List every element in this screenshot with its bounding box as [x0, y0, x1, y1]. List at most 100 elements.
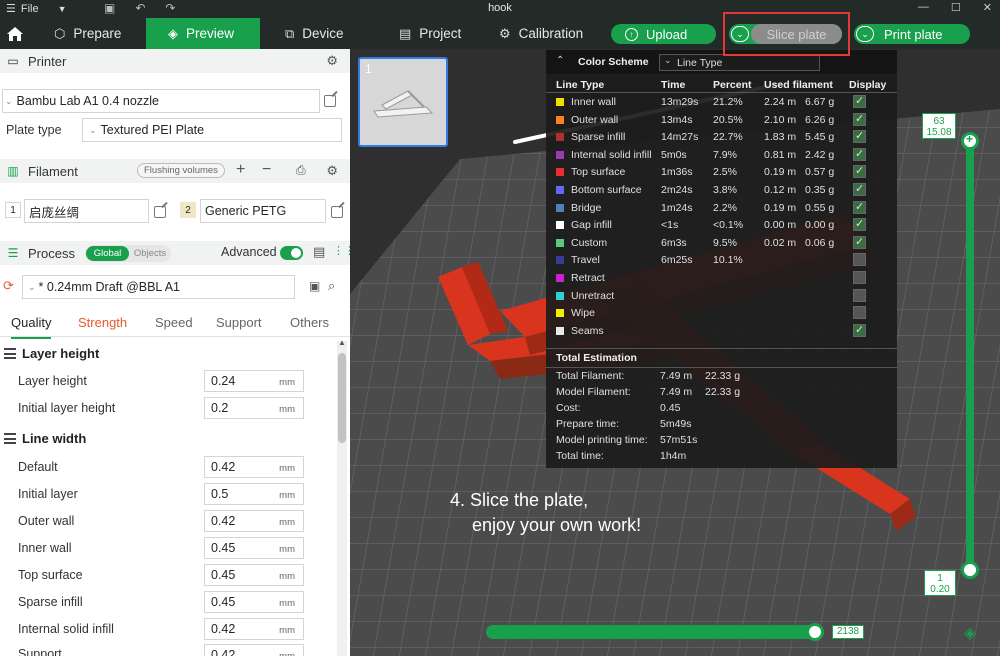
display-checkbox[interactable]: [853, 271, 866, 284]
outer-wall-width-label: Outer wall: [18, 514, 75, 528]
tab-quality[interactable]: Quality: [11, 315, 52, 339]
initial-layer-height-input[interactable]: 0.2 mm: [204, 397, 304, 419]
plate-number: 1: [365, 62, 372, 76]
display-checkbox[interactable]: [853, 112, 866, 126]
edit-icon[interactable]: [154, 206, 166, 218]
more-icon[interactable]: ⋮⋮: [333, 244, 350, 257]
advanced-toggle[interactable]: [280, 246, 303, 260]
printer-settings-icon[interactable]: ⚙: [326, 53, 338, 69]
sparse-infill-width-input[interactable]: 0.45 mm: [204, 591, 304, 613]
top-layer-height: 15.08: [926, 127, 952, 138]
print-plate-button[interactable]: ⌄ Print plate: [854, 24, 970, 44]
display-checkbox[interactable]: [853, 129, 866, 144]
tab-preview[interactable]: ◈ Preview: [146, 18, 260, 49]
scroll-up-icon[interactable]: ▲: [338, 338, 346, 347]
inner-wall-width-label: Inner wall: [18, 541, 72, 555]
display-checkbox[interactable]: [853, 323, 866, 337]
close-icon[interactable]: ✕: [983, 1, 992, 14]
col-line-type: Line Type: [556, 79, 605, 91]
display-checkbox[interactable]: [853, 200, 866, 214]
move-slider[interactable]: [486, 625, 820, 639]
tab-speed[interactable]: Speed: [155, 315, 193, 330]
layer-height-input[interactable]: 0.24 mm: [204, 370, 304, 392]
top-nav: ⬡ Prepare ◈ Preview ⧉ Device ▤ Project ⚙…: [0, 18, 1000, 49]
display-checkbox[interactable]: [853, 253, 866, 267]
display-checkbox[interactable]: [853, 306, 866, 320]
layer-slider[interactable]: [966, 138, 974, 570]
filament-icon: ▥: [7, 164, 19, 178]
initial-layer-width-input[interactable]: 0.5 mm: [204, 483, 304, 505]
search-icon[interactable]: ⌕: [328, 278, 335, 294]
line-type-name: Outer wall: [571, 113, 619, 126]
line-type-swatch: [556, 274, 564, 282]
tab-support[interactable]: Support: [216, 315, 262, 330]
save-preset-icon[interactable]: ▣: [309, 279, 320, 293]
default-width-input[interactable]: 0.42 mm: [204, 456, 304, 478]
unit: mm: [279, 377, 295, 388]
tab-strength[interactable]: Strength: [78, 315, 127, 330]
edit-icon[interactable]: [324, 95, 336, 107]
move-slider-handle[interactable]: [806, 623, 824, 641]
divider: [546, 367, 897, 368]
tab-project[interactable]: ▤ Project: [399, 18, 461, 49]
remove-icon[interactable]: −: [262, 161, 271, 179]
line-type-swatch: [556, 133, 564, 142]
display-checkbox[interactable]: [853, 94, 866, 108]
objects-option[interactable]: Objects: [131, 246, 169, 261]
compare-icon[interactable]: ▤: [313, 244, 325, 260]
collapse-icon[interactable]: ⌃: [556, 55, 564, 66]
sync-icon[interactable]: ⎙: [296, 163, 306, 178]
total-value: 5m49s: [660, 418, 692, 430]
display-checkbox[interactable]: [853, 147, 866, 161]
outer-wall-width-input[interactable]: 0.42 mm: [204, 510, 304, 532]
line-type-swatch: [556, 238, 564, 247]
inner-wall-width-input[interactable]: 0.45 mm: [204, 537, 304, 559]
global-option[interactable]: Global: [86, 246, 129, 261]
home-button[interactable]: [0, 18, 30, 49]
edit-icon[interactable]: [331, 206, 343, 218]
flushing-volumes-button[interactable]: Flushing volumes: [137, 163, 225, 178]
plate-type-label: Plate type: [6, 123, 62, 137]
plate-thumbnail[interactable]: 1: [358, 57, 448, 147]
print-dropdown-caret[interactable]: ⌄: [856, 26, 874, 42]
reset-icon[interactable]: ⟳: [3, 278, 14, 294]
printer-select[interactable]: ⌄ Bambu Lab A1 0.4 nozzle: [2, 89, 320, 113]
upload-icon: ↑: [625, 27, 638, 41]
global-objects-toggle[interactable]: Global Objects: [85, 245, 171, 262]
display-checkbox[interactable]: [853, 288, 866, 302]
plate-type-select[interactable]: ⌄ Textured PEI Plate: [82, 118, 342, 142]
minimize-icon[interactable]: —: [918, 1, 929, 14]
value: 0.42: [211, 514, 236, 528]
internal-solid-infill-width-input[interactable]: 0.42 mm: [204, 618, 304, 640]
tab-device[interactable]: ⧉ Device: [285, 18, 344, 49]
value: 0.2: [211, 401, 229, 415]
scrollbar-thumb[interactable]: [338, 353, 346, 443]
total-value-2: 22.33 g: [705, 370, 741, 382]
line-type-length: 0.12 m: [764, 184, 797, 196]
maximize-icon[interactable]: ☐: [951, 1, 961, 14]
layers-icon[interactable]: ◈: [964, 623, 976, 643]
tip-line-1: 4. Slice the plate,: [450, 490, 589, 510]
process-preset-select[interactable]: ⌄ * 0.24mm Draft @BBL A1: [22, 275, 295, 299]
display-checkbox[interactable]: [853, 164, 866, 179]
display-checkbox[interactable]: [853, 235, 866, 249]
tab-calibration[interactable]: ⚙ Calibration: [499, 18, 583, 49]
add-icon[interactable]: +: [236, 161, 245, 179]
tab-prepare[interactable]: ⬡ Prepare: [54, 18, 121, 49]
display-checkbox[interactable]: [853, 217, 866, 232]
line-type-time: <1s: [661, 219, 679, 232]
display-checkbox[interactable]: [853, 182, 866, 196]
color-scheme-select[interactable]: ⌄ Line Type: [659, 54, 820, 71]
filament-select-2[interactable]: Generic PETG: [200, 199, 326, 223]
tab-others[interactable]: Others: [290, 315, 329, 330]
settings-scrollbar[interactable]: ▲: [337, 338, 347, 656]
layer-slider-top-handle[interactable]: +: [961, 132, 979, 150]
filament-index-2: 2: [180, 202, 196, 218]
layer-slider-bottom-handle[interactable]: [961, 561, 979, 579]
filament-select-1[interactable]: 启庞丝绸: [24, 199, 149, 223]
top-surface-width-input[interactable]: 0.45 mm: [204, 564, 304, 586]
line-type-swatch: [556, 326, 564, 335]
support-width-input[interactable]: 0.42 mm: [204, 644, 304, 656]
filament-settings-icon[interactable]: ⚙: [326, 163, 338, 179]
upload-button[interactable]: ↑ Upload: [611, 24, 716, 44]
